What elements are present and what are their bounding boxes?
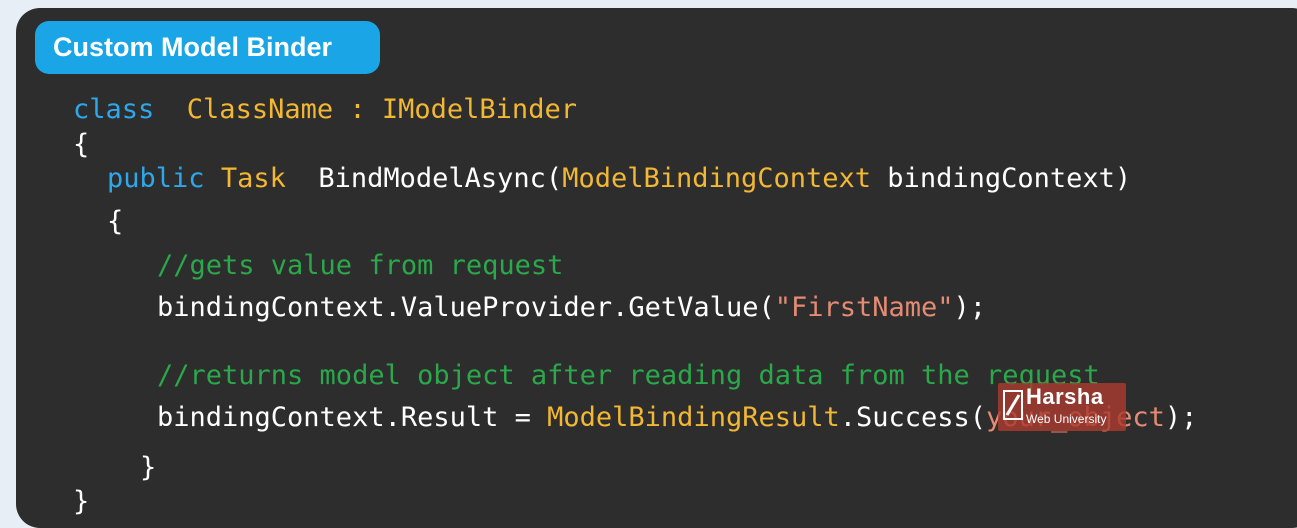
code-line: public Task BindModelAsync(ModelBindingC… bbox=[107, 162, 1131, 196]
code-line: } bbox=[140, 451, 156, 485]
code-line: //gets value from request bbox=[157, 249, 563, 283]
code-token-string: "FirstName" bbox=[774, 292, 954, 323]
code-token-type: : bbox=[333, 94, 382, 125]
code-token-plain: ); bbox=[953, 292, 987, 323]
code-token-plain: .Success( bbox=[839, 402, 987, 433]
code-token-type: ClassName bbox=[186, 94, 334, 125]
slide-title: Custom Model Binder bbox=[35, 21, 380, 74]
code-token-plain: { bbox=[73, 129, 90, 160]
code-token-plain: bindingContext.Result = bbox=[157, 402, 548, 433]
code-token-plain: { bbox=[107, 206, 124, 237]
code-token-keyword: public bbox=[107, 163, 205, 194]
code-token-plain: } bbox=[140, 452, 157, 483]
code-line: //returns model object after reading dat… bbox=[157, 359, 1100, 393]
watermark-name: Harsha bbox=[1026, 384, 1104, 409]
watermark-subtitle: Web University bbox=[1026, 412, 1107, 426]
code-token-comment: //returns model object after reading dat… bbox=[157, 360, 1100, 391]
code-token-plain: BindModelAsync( bbox=[285, 163, 563, 194]
code-token-plain: } bbox=[73, 486, 90, 517]
code-token-type: ModelBindingResult bbox=[547, 402, 840, 433]
watermark-logo: Harsha Web University bbox=[998, 383, 1126, 431]
code-line: } bbox=[73, 485, 89, 519]
code-token-comment: //gets value from request bbox=[157, 250, 564, 281]
code-slide-panel: Custom Model Binder class ClassName : IM… bbox=[16, 8, 1297, 528]
code-token-type: ModelBindingContext bbox=[562, 163, 872, 194]
code-token-plain: bindingContext) bbox=[871, 163, 1132, 194]
code-line: { bbox=[73, 128, 89, 162]
code-token-keyword: class bbox=[73, 94, 155, 125]
logo-icon bbox=[1003, 390, 1023, 420]
code-token-type: IModelBinder bbox=[381, 94, 577, 125]
slide-title-text: Custom Model Binder bbox=[53, 32, 333, 62]
code-line: { bbox=[107, 205, 123, 239]
code-line: bindingContext.ValueProvider.GetValue("F… bbox=[157, 291, 986, 325]
code-line: class ClassName : IModelBinder bbox=[73, 93, 577, 127]
code-token-plain: bindingContext.ValueProvider.GetValue( bbox=[157, 292, 775, 323]
code-token-plain: ); bbox=[1164, 402, 1198, 433]
code-token-type: Task bbox=[220, 163, 286, 194]
